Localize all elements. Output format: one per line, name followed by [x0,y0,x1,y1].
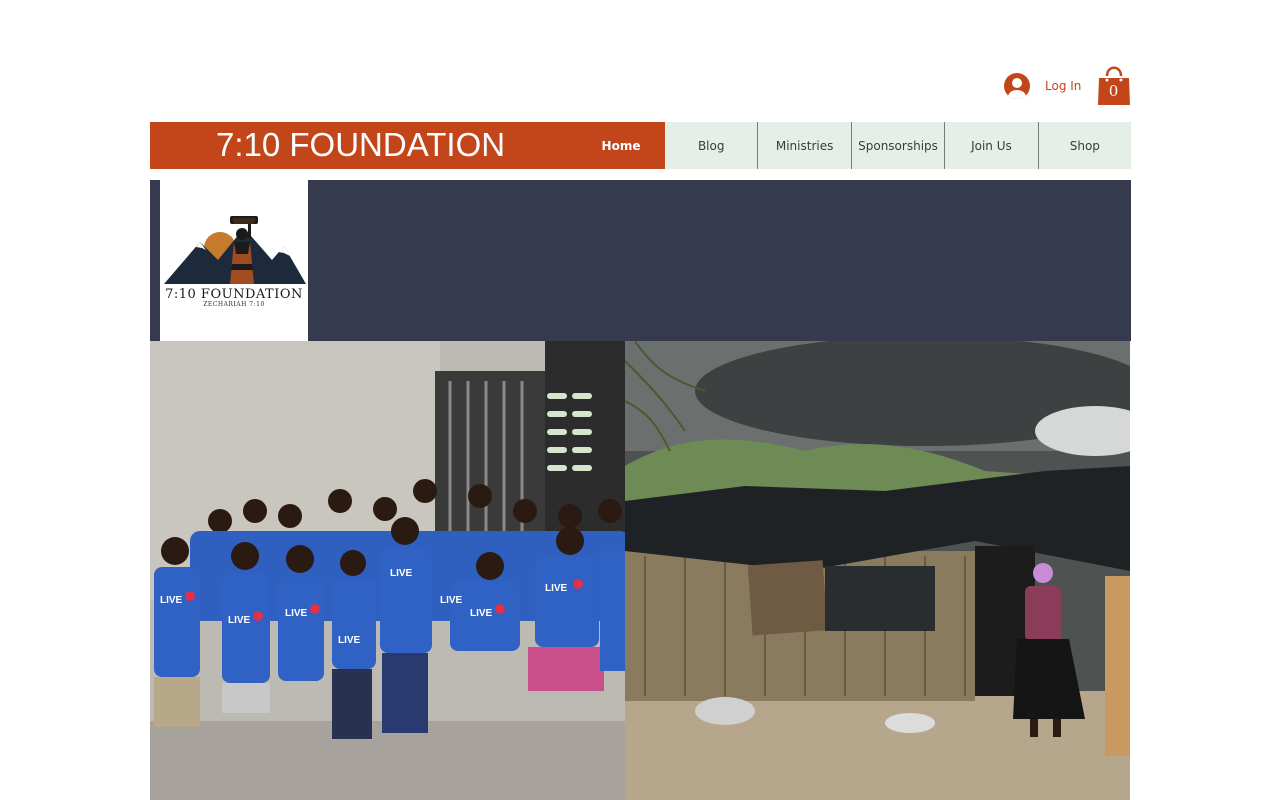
login-button[interactable]: Log In [1004,71,1081,101]
user-avatar-icon [1004,73,1030,99]
cart-button[interactable]: 0 [1097,62,1131,106]
logo-text: 7:10 FOUNDATION [165,287,303,302]
hut-photo [625,341,1130,800]
shirt-text: LIVE [470,608,493,619]
shirt-text: LIVE [285,608,308,619]
site-title[interactable]: 7:10 FOUNDATION [216,126,505,164]
nav-item-join-us[interactable]: Join Us [944,122,1037,169]
foundation-logo[interactable]: 7:10 FOUNDATION ZECHARIAH 7:10 [160,180,308,341]
nav-item-home[interactable]: Home [577,122,665,169]
shirt-text: LIVE [228,615,251,626]
logo-subtext: ZECHARIAH 7:10 [203,301,265,308]
nav-item-shop[interactable]: Shop [1037,122,1131,169]
shirt-text: LIVE [338,635,361,646]
shirt-text: LIVE [160,595,183,606]
cart-count: 0 [1108,82,1119,100]
login-label: Log In [1045,79,1082,93]
nav-item-blog[interactable]: Blog [665,122,757,169]
main-nav: Blog Ministries Sponsorships Join Us Sho… [665,122,1131,169]
shirt-text: LIVE [545,583,568,594]
shirt-text: LIVE [440,595,463,606]
children-group-photo: LIVE LIVE LIVE LIVE LIVE LIVE LIVE LIVE [150,341,625,800]
shirt-text: LIVE [390,568,413,579]
mountain-woman-logo-icon [164,216,306,284]
nav-item-sponsorships[interactable]: Sponsorships [850,122,944,169]
nav-item-ministries[interactable]: Ministries [757,122,850,169]
